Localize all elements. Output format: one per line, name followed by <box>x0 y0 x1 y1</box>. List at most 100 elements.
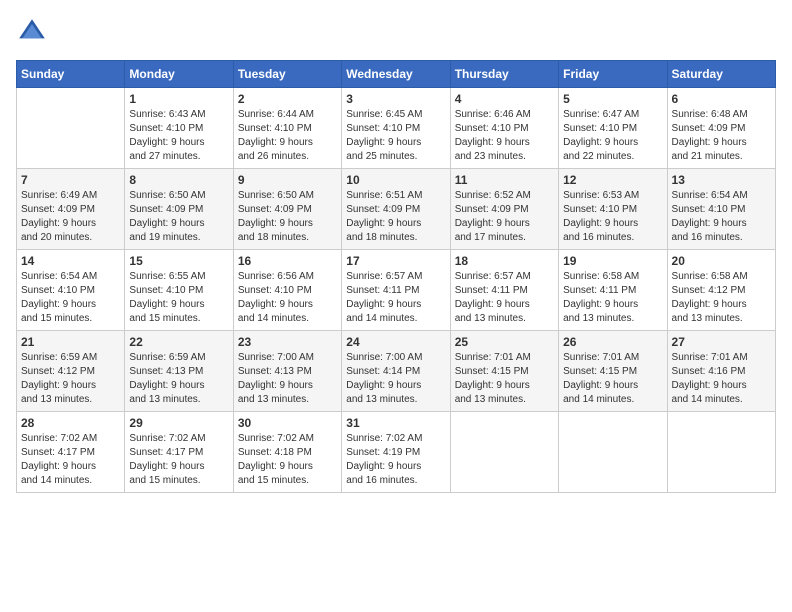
day-info: Sunrise: 6:47 AM Sunset: 4:10 PM Dayligh… <box>563 108 662 164</box>
day-info: Sunrise: 6:55 AM Sunset: 4:10 PM Dayligh… <box>129 270 228 326</box>
calendar-cell: 24 Sunrise: 7:00 AM Sunset: 4:14 PM Dayli… <box>342 331 450 412</box>
calendar-cell: 16 Sunrise: 6:56 AM Sunset: 4:10 PM Dayli… <box>233 250 341 331</box>
day-info: Sunrise: 7:00 AM Sunset: 4:14 PM Dayligh… <box>346 351 445 407</box>
header-cell-sunday: Sunday <box>17 61 125 88</box>
calendar-cell: 20Sunrise: 6:58 AM Sunset: 4:12 PM Dayli… <box>667 250 775 331</box>
calendar-cell: 7 Sunrise: 6:49 AM Sunset: 4:09 PM Daylig… <box>17 169 125 250</box>
day-number: 27 <box>672 335 771 349</box>
day-number: 7 <box>21 173 120 187</box>
day-number: 20 <box>672 254 771 268</box>
calendar-cell <box>559 412 667 493</box>
calendar-cell: 26 Sunrise: 7:01 AM Sunset: 4:15 PM Dayli… <box>559 331 667 412</box>
day-number: 23 <box>238 335 337 349</box>
day-info: Sunrise: 6:54 AM Sunset: 4:10 PM Dayligh… <box>672 189 771 245</box>
day-number: 5 <box>563 92 662 106</box>
day-info: Sunrise: 6:45 AM Sunset: 4:10 PM Dayligh… <box>346 108 445 164</box>
header-cell-monday: Monday <box>125 61 233 88</box>
day-number: 21 <box>21 335 120 349</box>
calendar-cell: 11Sunrise: 6:52 AM Sunset: 4:09 PM Dayli… <box>450 169 558 250</box>
day-info: Sunrise: 6:52 AM Sunset: 4:09 PM Dayligh… <box>455 189 554 245</box>
day-info: Sunrise: 6:43 AM Sunset: 4:10 PM Dayligh… <box>129 108 228 164</box>
calendar-cell: 4 Sunrise: 6:46 AM Sunset: 4:10 PM Daylig… <box>450 88 558 169</box>
day-number: 18 <box>455 254 554 268</box>
week-row-1: 7 Sunrise: 6:49 AM Sunset: 4:09 PM Daylig… <box>17 169 776 250</box>
day-info: Sunrise: 6:51 AM Sunset: 4:09 PM Dayligh… <box>346 189 445 245</box>
calendar-cell: 9 Sunrise: 6:50 AM Sunset: 4:09 PM Daylig… <box>233 169 341 250</box>
calendar-cell: 28 Sunrise: 7:02 AM Sunset: 4:17 PM Dayli… <box>17 412 125 493</box>
day-number: 13 <box>672 173 771 187</box>
week-row-3: 21 Sunrise: 6:59 AM Sunset: 4:12 PM Dayli… <box>17 331 776 412</box>
day-info: Sunrise: 6:56 AM Sunset: 4:10 PM Dayligh… <box>238 270 337 326</box>
header-cell-thursday: Thursday <box>450 61 558 88</box>
calendar-cell: 8Sunrise: 6:50 AM Sunset: 4:09 PM Daylig… <box>125 169 233 250</box>
day-number: 3 <box>346 92 445 106</box>
day-info: Sunrise: 7:01 AM Sunset: 4:15 PM Dayligh… <box>455 351 554 407</box>
day-info: Sunrise: 6:46 AM Sunset: 4:10 PM Dayligh… <box>455 108 554 164</box>
calendar-cell: 30 Sunrise: 7:02 AM Sunset: 4:18 PM Dayli… <box>233 412 341 493</box>
calendar-cell: 14Sunrise: 6:54 AM Sunset: 4:10 PM Dayli… <box>17 250 125 331</box>
calendar-cell: 1 Sunrise: 6:43 AM Sunset: 4:10 PM Daylig… <box>125 88 233 169</box>
day-info: Sunrise: 6:48 AM Sunset: 4:09 PM Dayligh… <box>672 108 771 164</box>
header-cell-tuesday: Tuesday <box>233 61 341 88</box>
day-number: 17 <box>346 254 445 268</box>
calendar-table: SundayMondayTuesdayWednesdayThursdayFrid… <box>16 60 776 493</box>
day-info: Sunrise: 6:59 AM Sunset: 4:13 PM Dayligh… <box>129 351 228 407</box>
day-number: 22 <box>129 335 228 349</box>
calendar-cell: 31 Sunrise: 7:02 AM Sunset: 4:19 PM Dayli… <box>342 412 450 493</box>
week-row-0: 1 Sunrise: 6:43 AM Sunset: 4:10 PM Daylig… <box>17 88 776 169</box>
day-number: 12 <box>563 173 662 187</box>
day-number: 30 <box>238 416 337 430</box>
day-info: Sunrise: 6:53 AM Sunset: 4:10 PM Dayligh… <box>563 189 662 245</box>
day-number: 26 <box>563 335 662 349</box>
calendar-cell: 2Sunrise: 6:44 AM Sunset: 4:10 PM Daylig… <box>233 88 341 169</box>
calendar-cell <box>667 412 775 493</box>
day-number: 2 <box>238 92 337 106</box>
calendar-cell: 13 Sunrise: 6:54 AM Sunset: 4:10 PM Dayli… <box>667 169 775 250</box>
day-info: Sunrise: 6:58 AM Sunset: 4:11 PM Dayligh… <box>563 270 662 326</box>
day-info: Sunrise: 7:01 AM Sunset: 4:16 PM Dayligh… <box>672 351 771 407</box>
calendar-cell: 12 Sunrise: 6:53 AM Sunset: 4:10 PM Dayli… <box>559 169 667 250</box>
calendar-cell: 27 Sunrise: 7:01 AM Sunset: 4:16 PM Dayli… <box>667 331 775 412</box>
day-info: Sunrise: 6:50 AM Sunset: 4:09 PM Dayligh… <box>238 189 337 245</box>
day-info: Sunrise: 6:57 AM Sunset: 4:11 PM Dayligh… <box>346 270 445 326</box>
header-cell-wednesday: Wednesday <box>342 61 450 88</box>
day-number: 9 <box>238 173 337 187</box>
calendar-cell: 29Sunrise: 7:02 AM Sunset: 4:17 PM Dayli… <box>125 412 233 493</box>
day-info: Sunrise: 7:01 AM Sunset: 4:15 PM Dayligh… <box>563 351 662 407</box>
calendar-cell: 19 Sunrise: 6:58 AM Sunset: 4:11 PM Dayli… <box>559 250 667 331</box>
day-info: Sunrise: 7:00 AM Sunset: 4:13 PM Dayligh… <box>238 351 337 407</box>
day-info: Sunrise: 7:02 AM Sunset: 4:17 PM Dayligh… <box>129 432 228 488</box>
day-info: Sunrise: 7:02 AM Sunset: 4:18 PM Dayligh… <box>238 432 337 488</box>
day-number: 19 <box>563 254 662 268</box>
calendar-cell: 6 Sunrise: 6:48 AM Sunset: 4:09 PM Daylig… <box>667 88 775 169</box>
header-cell-friday: Friday <box>559 61 667 88</box>
calendar-body: 1 Sunrise: 6:43 AM Sunset: 4:10 PM Daylig… <box>17 88 776 493</box>
calendar-cell: 17 Sunrise: 6:57 AM Sunset: 4:11 PM Dayli… <box>342 250 450 331</box>
calendar-cell: 22 Sunrise: 6:59 AM Sunset: 4:13 PM Dayli… <box>125 331 233 412</box>
day-number: 1 <box>129 92 228 106</box>
calendar-header: SundayMondayTuesdayWednesdayThursdayFrid… <box>17 61 776 88</box>
calendar-cell: 3 Sunrise: 6:45 AM Sunset: 4:10 PM Daylig… <box>342 88 450 169</box>
day-info: Sunrise: 7:02 AM Sunset: 4:17 PM Dayligh… <box>21 432 120 488</box>
day-number: 4 <box>455 92 554 106</box>
day-number: 31 <box>346 416 445 430</box>
header-row: SundayMondayTuesdayWednesdayThursdayFrid… <box>17 61 776 88</box>
calendar-cell: 15 Sunrise: 6:55 AM Sunset: 4:10 PM Dayli… <box>125 250 233 331</box>
day-number: 10 <box>346 173 445 187</box>
day-info: Sunrise: 6:59 AM Sunset: 4:12 PM Dayligh… <box>21 351 120 407</box>
logo <box>16 16 52 48</box>
calendar-cell: 23 Sunrise: 7:00 AM Sunset: 4:13 PM Dayli… <box>233 331 341 412</box>
day-info: Sunrise: 7:02 AM Sunset: 4:19 PM Dayligh… <box>346 432 445 488</box>
day-number: 24 <box>346 335 445 349</box>
calendar-cell: 10 Sunrise: 6:51 AM Sunset: 4:09 PM Dayli… <box>342 169 450 250</box>
day-number: 6 <box>672 92 771 106</box>
day-number: 15 <box>129 254 228 268</box>
calendar-cell: 21 Sunrise: 6:59 AM Sunset: 4:12 PM Dayli… <box>17 331 125 412</box>
header <box>16 16 776 48</box>
day-number: 14 <box>21 254 120 268</box>
header-cell-saturday: Saturday <box>667 61 775 88</box>
day-number: 16 <box>238 254 337 268</box>
day-number: 28 <box>21 416 120 430</box>
calendar-cell: 18Sunrise: 6:57 AM Sunset: 4:11 PM Dayli… <box>450 250 558 331</box>
day-info: Sunrise: 6:49 AM Sunset: 4:09 PM Dayligh… <box>21 189 120 245</box>
